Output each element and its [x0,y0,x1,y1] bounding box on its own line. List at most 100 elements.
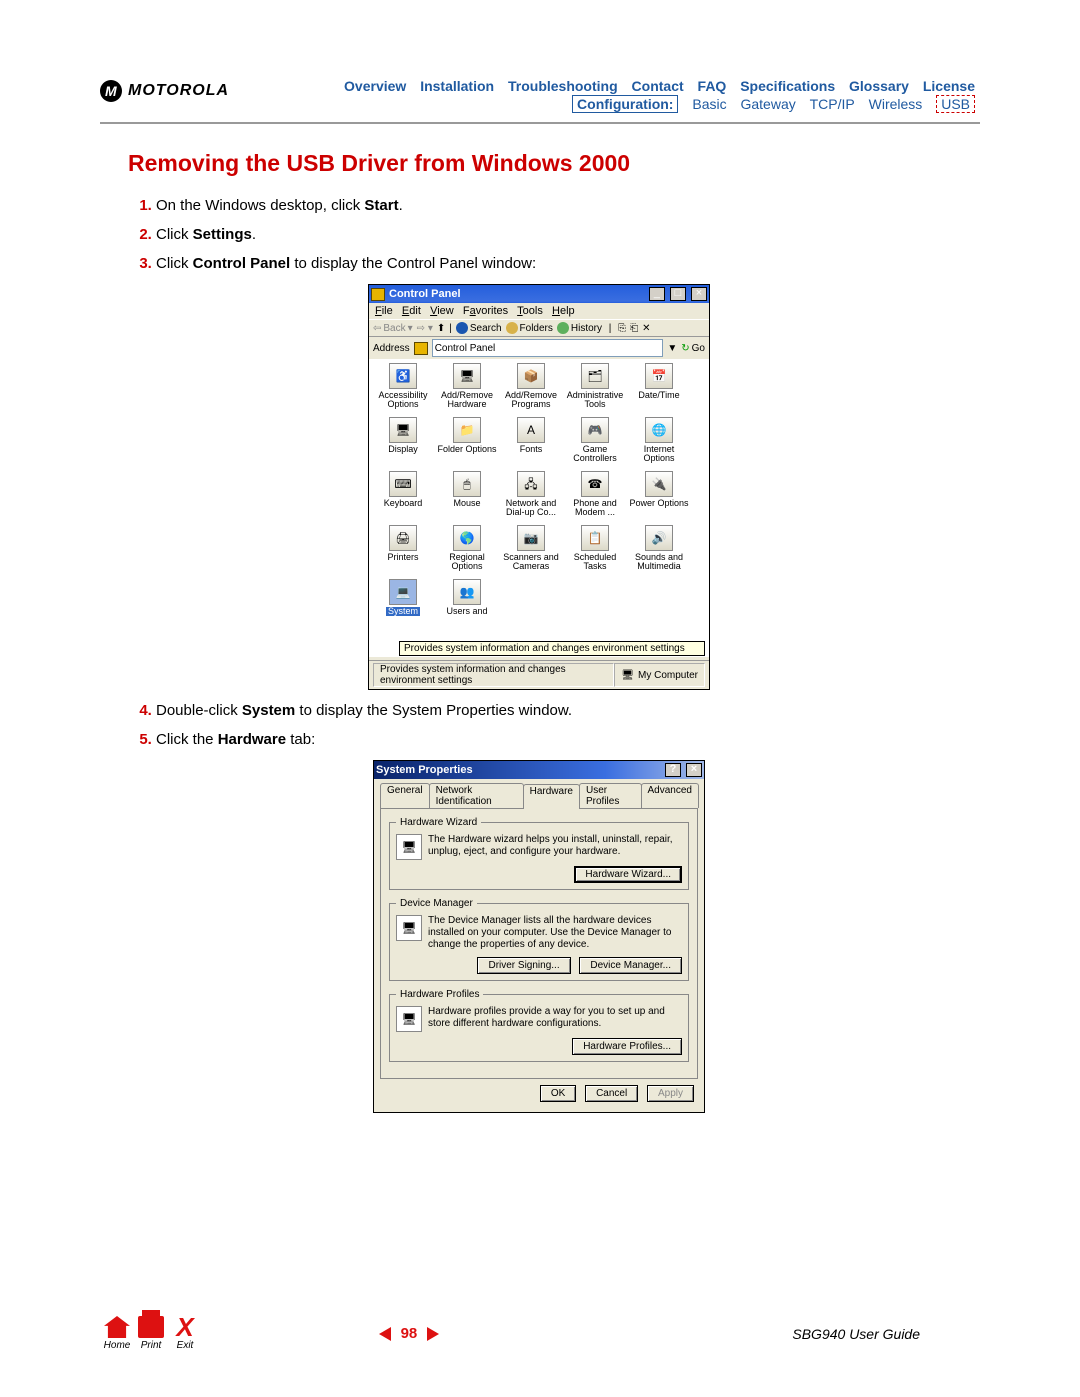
up-button[interactable]: ⬆ [437,323,445,334]
prev-page-button[interactable] [379,1327,391,1341]
item-label: Users and [446,607,487,616]
hardware-profiles-button[interactable]: Hardware Profiles... [572,1038,682,1055]
go-button[interactable]: ↻Go [681,343,705,354]
control-panel-item[interactable]: 🖱Mouse [435,471,499,521]
tool-icon[interactable]: ⎘ [618,323,626,334]
nav-link[interactable]: Specifications [740,78,835,94]
nav-sub-link[interactable]: TCP/IP [810,96,855,112]
control-panel-item[interactable]: 📋Scheduled Tasks [563,525,627,575]
control-panel-item[interactable]: ⌨Keyboard [371,471,435,521]
control-panel-item[interactable]: 👥 Users and [435,579,499,629]
menu-file[interactable]: File [375,305,393,317]
control-panel-item[interactable]: 🔊Sounds and Multimedia [627,525,691,575]
control-panel-item[interactable]: 🖨Printers [371,525,435,575]
item-label: Phone and Modem ... [563,499,627,518]
nav-link[interactable]: FAQ [698,78,727,94]
close-button[interactable]: × [686,763,702,777]
nav-link[interactable]: Contact [632,78,684,94]
nav-link[interactable]: Installation [420,78,494,94]
control-panel-item[interactable]: 🎮Game Controllers [563,417,627,467]
home-button[interactable]: Home [100,1316,134,1351]
maximize-button[interactable]: □ [670,287,686,301]
step-5: Click the Hardware tab: [156,729,948,750]
back-button[interactable]: ⇦ Back ▾ [373,323,413,334]
control-panel-item[interactable]: 🗂Administrative Tools [563,363,627,413]
delete-icon[interactable]: ✕ [642,323,650,334]
minimize-button[interactable]: _ [649,287,665,301]
item-label: Date/Time [638,391,679,400]
item-icon: 👥 [453,579,481,605]
item-icon: 🖨 [389,525,417,551]
address-input[interactable] [432,339,664,357]
history-button[interactable]: History [557,322,602,334]
control-panel-item[interactable]: 🌐Internet Options [627,417,691,467]
page-header: MOTOROLA Overview Installation Troublesh… [100,80,980,102]
motorola-logo-icon [100,80,122,102]
item-icon: 🔊 [645,525,673,551]
exit-button[interactable]: X Exit [168,1316,202,1351]
control-panel-icon [371,288,385,301]
control-panel-item[interactable]: 🖧Network and Dial-up Co... [499,471,563,521]
apply-button[interactable]: Apply [647,1085,694,1102]
system-properties-window: System Properties ? × GeneralNetwork Ide… [373,760,705,1113]
address-bar: Address ▼ ↻Go [369,337,709,359]
cancel-button[interactable]: Cancel [585,1085,638,1102]
control-panel-item[interactable]: 📷Scanners and Cameras [499,525,563,575]
help-button[interactable]: ? [665,763,681,777]
control-panel-item[interactable]: 🔌Power Options [627,471,691,521]
control-panel-item[interactable]: 💻System [371,579,435,629]
menu-tools[interactable]: Tools [517,305,543,317]
tab-hardware[interactable]: Hardware [523,784,580,809]
primary-nav: Overview Installation Troubleshooting Co… [339,78,980,94]
next-page-button[interactable] [427,1327,439,1341]
item-label: Add/Remove Programs [499,391,563,410]
control-panel-item[interactable]: ☎Phone and Modem ... [563,471,627,521]
nav-link[interactable]: License [923,78,975,94]
search-button[interactable]: Search [456,322,502,334]
menu-edit[interactable]: Edit [402,305,421,317]
tab-user-profiles[interactable]: User Profiles [579,783,642,808]
tab-advanced[interactable]: Advanced [641,783,699,808]
nav-link[interactable]: Troubleshooting [508,78,618,94]
secondary-nav: Configuration: Basic Gateway TCP/IP Wire… [567,96,980,112]
device-manager-button[interactable]: Device Manager... [579,957,682,974]
forward-button[interactable]: ⇨ ▾ [417,323,433,334]
hardware-profiles-group: Hardware Profiles 🖥 Hardware profiles pr… [389,989,689,1062]
menu-favorites[interactable]: Favorites [463,305,508,317]
tab-general[interactable]: General [380,783,430,808]
toolbar: ⇦ Back ▾ ⇨ ▾ ⬆ | Search Folders History … [369,319,709,337]
nav-link[interactable]: Glossary [849,78,909,94]
nav-link[interactable]: Overview [344,78,406,94]
control-panel-item[interactable]: 🖥Display [371,417,435,467]
nav-sub-usb-box[interactable]: USB [936,95,975,113]
hardware-wizard-button[interactable]: Hardware Wizard... [574,866,682,883]
page-footer: Home Print X Exit 98 SBG940 User Guide [100,1316,980,1351]
hardware-wizard-group: Hardware Wizard 🖥 The Hardware wizard he… [389,817,689,890]
control-panel-item[interactable]: AFonts [499,417,563,467]
ok-button[interactable]: OK [540,1085,576,1102]
tool-icon[interactable]: ⎗ [630,323,638,334]
nav-configuration-box[interactable]: Configuration: [572,95,678,113]
control-panel-item[interactable]: 📁Folder Options [435,417,499,467]
control-panel-item[interactable]: 🖥Add/Remove Hardware [435,363,499,413]
home-icon [104,1316,130,1338]
print-button[interactable]: Print [134,1316,168,1351]
menu-view[interactable]: View [430,305,454,317]
control-panel-item[interactable]: 📅Date/Time [627,363,691,413]
control-panel-item[interactable]: 📦Add/Remove Programs [499,363,563,413]
window-titlebar: Control Panel _ □ × [369,285,709,303]
menu-help[interactable]: Help [552,305,575,317]
control-panel-item[interactable]: ♿Accessibility Options [371,363,435,413]
item-label: Add/Remove Hardware [435,391,499,410]
nav-sub-link[interactable]: Basic [692,96,726,112]
tab-network-identification[interactable]: Network Identification [429,783,524,808]
close-button[interactable]: × [691,287,707,301]
item-icon: 🔌 [645,471,673,497]
nav-sub-link[interactable]: Wireless [869,96,923,112]
nav-sub-link[interactable]: Gateway [740,96,795,112]
driver-signing-button[interactable]: Driver Signing... [477,957,570,974]
folders-button[interactable]: Folders [506,322,553,334]
control-panel-item[interactable]: 🌎Regional Options [435,525,499,575]
item-label: Fonts [520,445,543,454]
control-panel-icons: ♿Accessibility Options🖥Add/Remove Hardwa… [369,359,709,657]
